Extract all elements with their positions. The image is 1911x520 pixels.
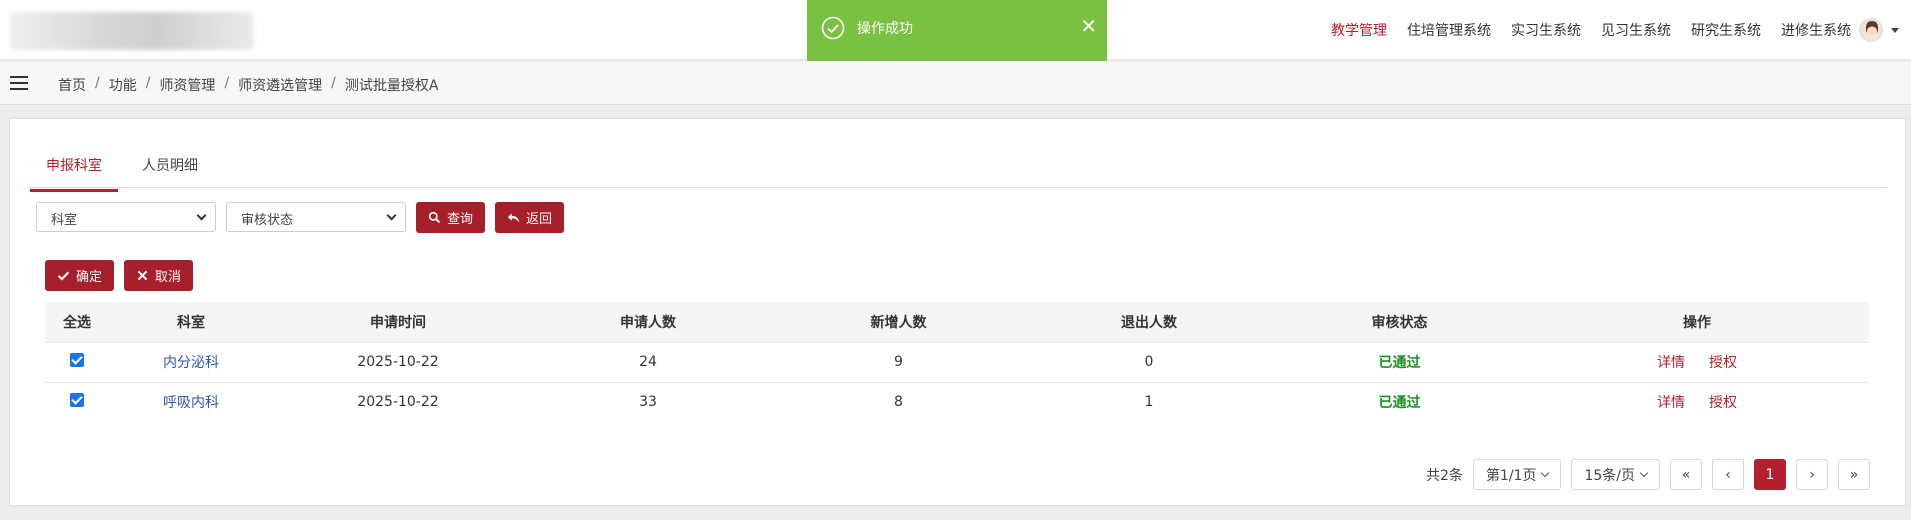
next-page-button[interactable]: ›: [1796, 459, 1828, 490]
row-dept-link[interactable]: 内分泌科: [109, 341, 273, 382]
close-icon: [137, 270, 148, 281]
dept-select[interactable]: 科室: [36, 202, 216, 232]
reply-icon: [507, 213, 520, 223]
chevron-down-icon: [1541, 468, 1550, 478]
page-size-value: 15条/页: [1584, 467, 1635, 484]
toast-message: 操作成功: [857, 21, 913, 37]
crumb-home[interactable]: 首页: [58, 75, 86, 95]
row-status: 已通过: [1274, 381, 1525, 422]
first-page-button[interactable]: «: [1670, 459, 1702, 490]
avatar-icon: [1863, 21, 1881, 41]
col-exit-count: 退出人数: [1024, 302, 1274, 342]
nav-advanced[interactable]: 进修生系统: [1781, 20, 1851, 40]
row-apply-count: 24: [523, 341, 773, 382]
detail-link[interactable]: 详情: [1657, 355, 1685, 371]
col-apply-time: 申请时间: [273, 302, 523, 342]
top-nav: 教学管理 住培管理系统 实习生系统 见习生系统 研究生系统 进修生系统: [1331, 0, 1851, 60]
status-select-value: 审核状态: [241, 213, 294, 228]
user-menu-caret-icon[interactable]: [1891, 28, 1899, 33]
page-size-select[interactable]: 15条/页: [1571, 459, 1660, 490]
query-label: 查询: [447, 212, 474, 227]
row-dept-link[interactable]: 呼吸内科: [109, 381, 273, 422]
row-exit-count: 1: [1024, 381, 1274, 422]
filter-bar: 科室 审核状态 查询 返回: [36, 202, 565, 234]
col-apply-count: 申请人数: [523, 302, 773, 342]
row-ops: 详情 授权: [1525, 381, 1869, 422]
status-select[interactable]: 审核状态: [226, 202, 406, 232]
check-icon: [57, 271, 70, 281]
pagination: 共2条 第1/1页 15条/页 « ‹ 1 › »: [1426, 459, 1870, 490]
authorize-link[interactable]: 授权: [1709, 395, 1737, 411]
user-avatar[interactable]: [1859, 18, 1883, 42]
detail-link[interactable]: 详情: [1657, 395, 1685, 411]
table-header: 全选 科室 申请时间 申请人数 新增人数 退出人数 审核状态 操作: [45, 302, 1869, 342]
col-operation: 操作: [1525, 302, 1869, 342]
confirm-label: 确定: [76, 270, 103, 285]
crumb-current: 测试批量授权A: [344, 78, 439, 94]
chevron-down-icon: [1639, 468, 1649, 478]
back-button[interactable]: 返回: [495, 202, 565, 233]
page-select-value: 第1/1页: [1485, 467, 1537, 484]
page-select[interactable]: 第1/1页: [1472, 459, 1562, 490]
confirm-button[interactable]: 确定: [45, 260, 115, 291]
row-ops: 详情 授权: [1525, 341, 1869, 382]
dept-select-value: 科室: [51, 213, 78, 228]
page-1-button[interactable]: 1: [1754, 459, 1786, 490]
action-bar: 确定 取消: [45, 260, 194, 291]
toast-close-icon[interactable]: ✕: [1080, 14, 1097, 38]
row-added-count: 9: [773, 341, 1024, 382]
table-row: 内分泌科 2025-10-22 24 9 0 已通过 详情 授权: [45, 341, 1869, 382]
crumb-function[interactable]: 功能: [109, 75, 137, 95]
search-icon: [428, 211, 441, 224]
authorize-link[interactable]: 授权: [1709, 355, 1737, 371]
cancel-button[interactable]: 取消: [124, 260, 194, 291]
col-select-all[interactable]: 全选: [45, 302, 109, 342]
breadcrumb: 首页 / 功能 / 师资管理 / 师资遴选管理 / 测试批量授权A: [58, 75, 439, 95]
row-apply-count: 33: [523, 381, 773, 422]
last-page-button[interactable]: »: [1838, 459, 1870, 490]
col-status: 审核状态: [1274, 302, 1525, 342]
query-button[interactable]: 查询: [416, 202, 486, 233]
cancel-label: 取消: [155, 270, 182, 285]
dept-table: 全选 科室 申请时间 申请人数 新增人数 退出人数 审核状态 操作 内分泌科 2…: [45, 302, 1869, 422]
row-added-count: 8: [773, 381, 1024, 422]
tab-declare-dept[interactable]: 申报科室: [30, 155, 118, 192]
tab-staff-detail[interactable]: 人员明细: [126, 155, 214, 189]
prev-page-button[interactable]: ‹: [1712, 459, 1744, 490]
chevron-down-icon: [196, 210, 207, 221]
col-added-count: 新增人数: [773, 302, 1024, 342]
chevron-down-icon: [386, 210, 397, 221]
nav-residency[interactable]: 住培管理系统: [1407, 20, 1491, 40]
tab-bar: 申报科室 人员明细: [30, 143, 1887, 192]
success-toast: 操作成功 ✕: [807, 0, 1107, 61]
row-date: 2025-10-22: [273, 381, 523, 422]
nav-graduate[interactable]: 研究生系统: [1691, 20, 1761, 40]
menu-toggle-icon[interactable]: [10, 76, 28, 90]
total-count: 共2条: [1426, 467, 1463, 484]
row-date: 2025-10-22: [273, 341, 523, 382]
row-checkbox[interactable]: [70, 393, 84, 408]
row-checkbox[interactable]: [70, 353, 84, 367]
col-dept: 科室: [109, 302, 273, 342]
crumb-selection[interactable]: 师资遴选管理: [238, 75, 322, 95]
row-status: 已通过: [1274, 341, 1525, 382]
crumb-faculty[interactable]: 师资管理: [159, 75, 215, 95]
back-label: 返回: [526, 212, 553, 227]
breadcrumb-bar: 首页 / 功能 / 师资管理 / 师资遴选管理 / 测试批量授权A: [0, 62, 1911, 105]
nav-teaching[interactable]: 教学管理: [1331, 20, 1387, 40]
table-row: 呼吸内科 2025-10-22 33 8 1 已通过 详情 授权: [45, 381, 1869, 422]
row-exit-count: 0: [1024, 341, 1274, 382]
nav-intern[interactable]: 实习生系统: [1511, 20, 1581, 40]
check-circle-icon: [821, 16, 845, 40]
logo: [10, 12, 254, 50]
nav-trainee[interactable]: 见习生系统: [1601, 20, 1671, 40]
